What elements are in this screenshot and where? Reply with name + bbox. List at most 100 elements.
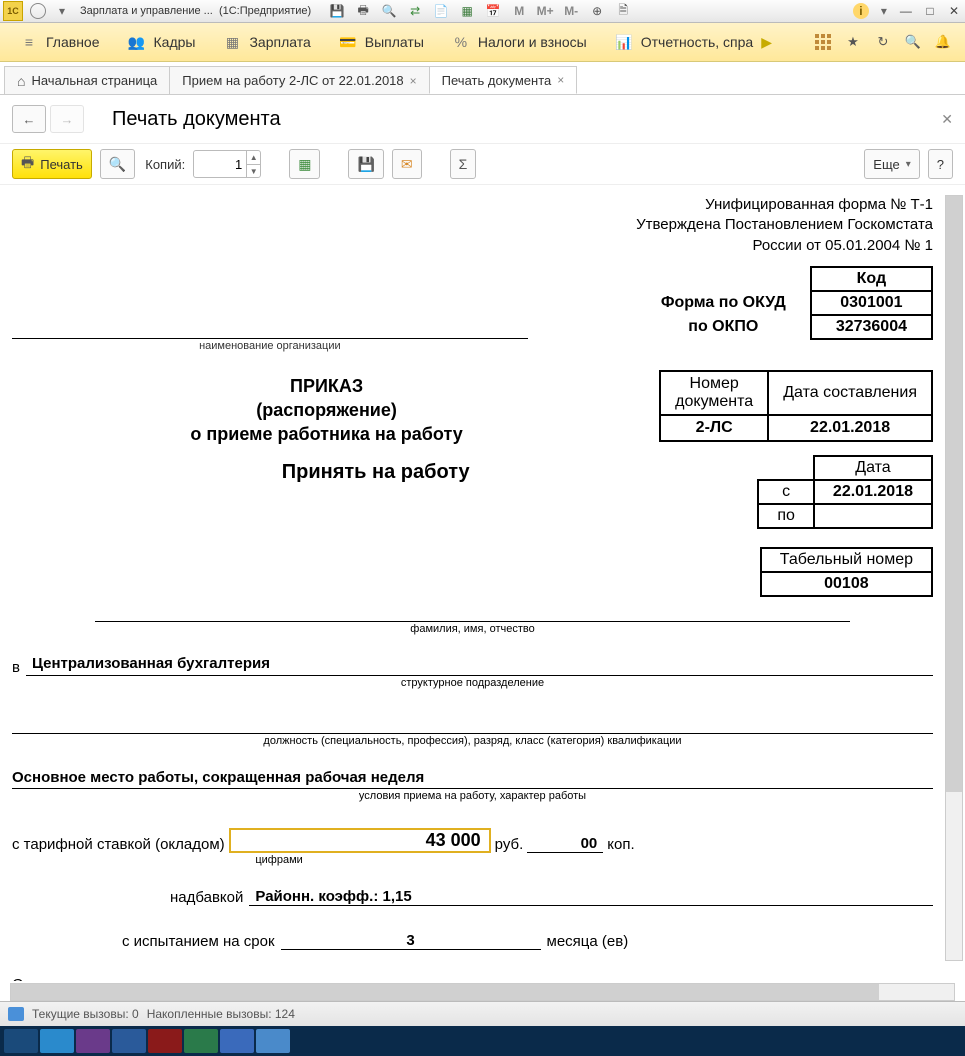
page-head: ← → Печать документа ✕ (0, 95, 965, 144)
spin-down-icon[interactable]: ▼ (246, 164, 260, 178)
nav-kadry[interactable]: 👥Кадры (114, 23, 210, 61)
nav-overflow-icon[interactable]: ▶ (761, 34, 772, 51)
tab-print[interactable]: Печать документа× (429, 66, 578, 94)
page-close-icon[interactable]: ✕ (941, 111, 953, 128)
copies-input[interactable] (194, 152, 246, 176)
titlebar: 1C ▾ Зарплата и управление ... (1С:Предп… (0, 0, 965, 23)
forward-button[interactable]: → (50, 105, 84, 133)
sigma-icon: Σ (459, 156, 468, 172)
trial-value: 3 (281, 932, 541, 950)
back-button[interactable]: ← (12, 105, 46, 133)
spin-up-icon[interactable]: ▲ (246, 151, 260, 164)
taskbar-item[interactable] (112, 1029, 146, 1053)
info-icon[interactable]: i (853, 3, 869, 19)
os-taskbar[interactable] (0, 1026, 965, 1056)
date-range-table: Дата с22.01.2018 по (757, 455, 933, 529)
compare-icon[interactable]: ⇄ (406, 2, 424, 20)
trial-row: с испытанием на срок 3 месяца (ев) (12, 932, 933, 950)
taskbar-item[interactable] (220, 1029, 254, 1053)
doc-icon[interactable]: 🗎 (614, 2, 632, 20)
tab-close-icon[interactable]: × (410, 74, 417, 88)
home-icon: ⌂ (17, 73, 25, 89)
order-title: ПРИКАЗ (распоряжение) о приеме работника… (12, 374, 641, 447)
printer-icon: 🖶 (21, 152, 34, 176)
nav-vyplaty[interactable]: 💳Выплаты (325, 23, 438, 61)
taskbar-item[interactable] (184, 1029, 218, 1053)
print-icon[interactable]: 🖶 (354, 2, 372, 20)
status-accum: Накопленные вызовы: 124 (147, 1007, 295, 1021)
more-button[interactable]: Еще▾ (864, 149, 919, 179)
kop-value: 00 (527, 835, 603, 853)
app-logo-icon: 1C (3, 1, 23, 21)
fio-line (95, 603, 850, 622)
tab-home[interactable]: ⌂Начальная страница (4, 66, 170, 94)
dept-value: Централизованная бухгалтерия (26, 655, 933, 676)
calendar-icon[interactable]: 📅 (484, 2, 502, 20)
form-header: Унифицированная форма № Т-1 Утверждена П… (12, 195, 933, 256)
taskbar-item[interactable] (148, 1029, 182, 1053)
window-title: Зарплата и управление ... (1С:Предприяти… (80, 5, 311, 17)
preview-button[interactable]: 🔍 (100, 149, 135, 179)
m-minus-icon[interactable]: M- (562, 2, 580, 20)
toolbar: 🖶Печать 🔍 Копий: ▲▼ ▦ 💾 ✉ Σ Еще▾ ? (0, 144, 965, 185)
status-icon (8, 1007, 24, 1021)
tabbar: ⌂Начальная страница Прием на работу 2-ЛС… (0, 62, 965, 95)
addon-row: надбавкой Районн. коэфф.: 1,15 (12, 888, 933, 906)
dropdown-icon[interactable] (29, 2, 47, 20)
basis-label: Основание: (12, 976, 933, 981)
taskbar-item[interactable] (256, 1029, 290, 1053)
minimize-button[interactable]: — (896, 2, 916, 20)
copy-icon[interactable]: 📄 (432, 2, 450, 20)
status-current: Текущие вызовы: 0 (32, 1007, 139, 1021)
addon-value: Районн. коэфф.: 1,15 (249, 888, 933, 906)
taskbar-item[interactable] (4, 1029, 38, 1053)
nav-dropdown-icon[interactable]: ▾ (53, 2, 71, 20)
star-icon[interactable]: ★ (843, 32, 863, 52)
search-icon[interactable]: 🔍 (903, 32, 923, 52)
sum-button[interactable]: Σ (450, 149, 477, 179)
close-button[interactable]: ✕ (944, 2, 964, 20)
fio-caption: фамилия, имя, отчество (12, 623, 933, 635)
vertical-scrollbar[interactable] (945, 195, 963, 961)
salary-row: с тарифной ставкой (окладом) 43 000 руб.… (12, 828, 933, 853)
preview-icon[interactable]: 🔍 (380, 2, 398, 20)
nav-burger[interactable]: ≡Главное (6, 23, 114, 61)
save-icon[interactable]: 💾 (328, 2, 346, 20)
tab-close-icon[interactable]: × (557, 73, 564, 87)
page-title: Печать документа (112, 108, 281, 131)
zoom-icon[interactable]: ⊕ (588, 2, 606, 20)
page-zoom-icon: 🔍 (109, 156, 126, 173)
org-name-line (12, 320, 528, 339)
save-button[interactable]: 💾 (348, 149, 383, 179)
statusbar: Текущие вызовы: 0 Накопленные вызовы: 12… (0, 1001, 965, 1026)
taskbar-item[interactable] (76, 1029, 110, 1053)
tab-priem[interactable]: Прием на работу 2-ЛС от 22.01.2018× (169, 66, 429, 94)
help-button[interactable]: ? (928, 149, 953, 179)
copies-label: Копий: (145, 157, 185, 172)
taskbar-item[interactable] (40, 1029, 74, 1053)
nav-nalogi[interactable]: %Налоги и взносы (438, 23, 601, 61)
m-plus-icon[interactable]: M+ (536, 2, 554, 20)
position-caption: должность (специальность, профессия), ра… (12, 735, 933, 747)
bell-icon[interactable]: 🔔 (933, 32, 953, 52)
document-viewport[interactable]: Унифицированная форма № Т-1 Утверждена П… (0, 185, 965, 981)
org-caption: наименование организации (12, 340, 528, 352)
m-icon[interactable]: M (510, 2, 528, 20)
salary-value[interactable]: 43 000 (229, 828, 491, 853)
edit-button[interactable]: ▦ (289, 149, 320, 179)
nav-zarplata[interactable]: ▦Зарплата (209, 23, 324, 61)
main-nav: ≡Главное 👥Кадры ▦Зарплата 💳Выплаты %Нало… (0, 23, 965, 62)
copies-stepper[interactable]: ▲▼ (193, 150, 261, 178)
work-caption: условия приема на работу, характер работ… (12, 790, 933, 802)
mail-button[interactable]: ✉ (392, 149, 422, 179)
nav-otchet[interactable]: 📊Отчетность, спра (601, 23, 768, 61)
doc-number-table: НомердокументаДата составления 2-ЛС22.01… (659, 370, 933, 442)
horizontal-scrollbar[interactable] (10, 983, 955, 1001)
apps-grid-icon[interactable] (813, 32, 833, 52)
print-button[interactable]: 🖶Печать (12, 149, 92, 179)
maximize-button[interactable]: □ (920, 2, 940, 20)
history-icon[interactable]: ↻ (873, 32, 893, 52)
calc-icon[interactable]: ▦ (458, 2, 476, 20)
info-dropdown-icon[interactable]: ▾ (875, 2, 893, 20)
envelope-icon: ✉ (401, 156, 413, 173)
